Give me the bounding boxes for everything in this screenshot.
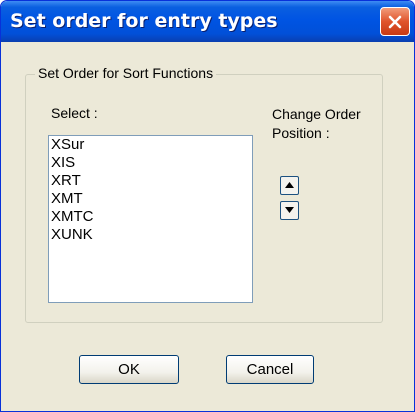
change-order-label: Change Order Position :	[272, 106, 361, 141]
dialog-window: Set order for entry types Set Order for …	[0, 0, 415, 412]
list-item[interactable]: XSur	[49, 136, 252, 154]
window-title: Set order for entry types	[10, 10, 278, 32]
list-item[interactable]: XRT	[49, 172, 252, 190]
move-up-button[interactable]	[280, 176, 299, 195]
arrow-down-icon	[285, 207, 294, 213]
list-item[interactable]: XIS	[49, 154, 252, 172]
close-icon	[388, 15, 402, 29]
title-bar[interactable]: Set order for entry types	[1, 1, 414, 42]
arrow-up-icon	[285, 182, 294, 188]
ok-button[interactable]: OK	[79, 355, 179, 384]
close-button[interactable]	[380, 7, 410, 36]
dialog-body: Set Order for Sort Functions Select : XS…	[4, 42, 411, 408]
move-down-button[interactable]	[280, 201, 299, 220]
list-item[interactable]: XUNK	[49, 226, 252, 244]
cancel-button[interactable]: Cancel	[226, 355, 314, 384]
list-item[interactable]: XMT	[49, 190, 252, 208]
list-item[interactable]: XMTC	[49, 208, 252, 226]
entry-type-list[interactable]: XSur XIS XRT XMT XMTC XUNK	[48, 135, 253, 303]
group-label: Set Order for Sort Functions	[35, 65, 217, 81]
select-label: Select :	[51, 105, 98, 121]
